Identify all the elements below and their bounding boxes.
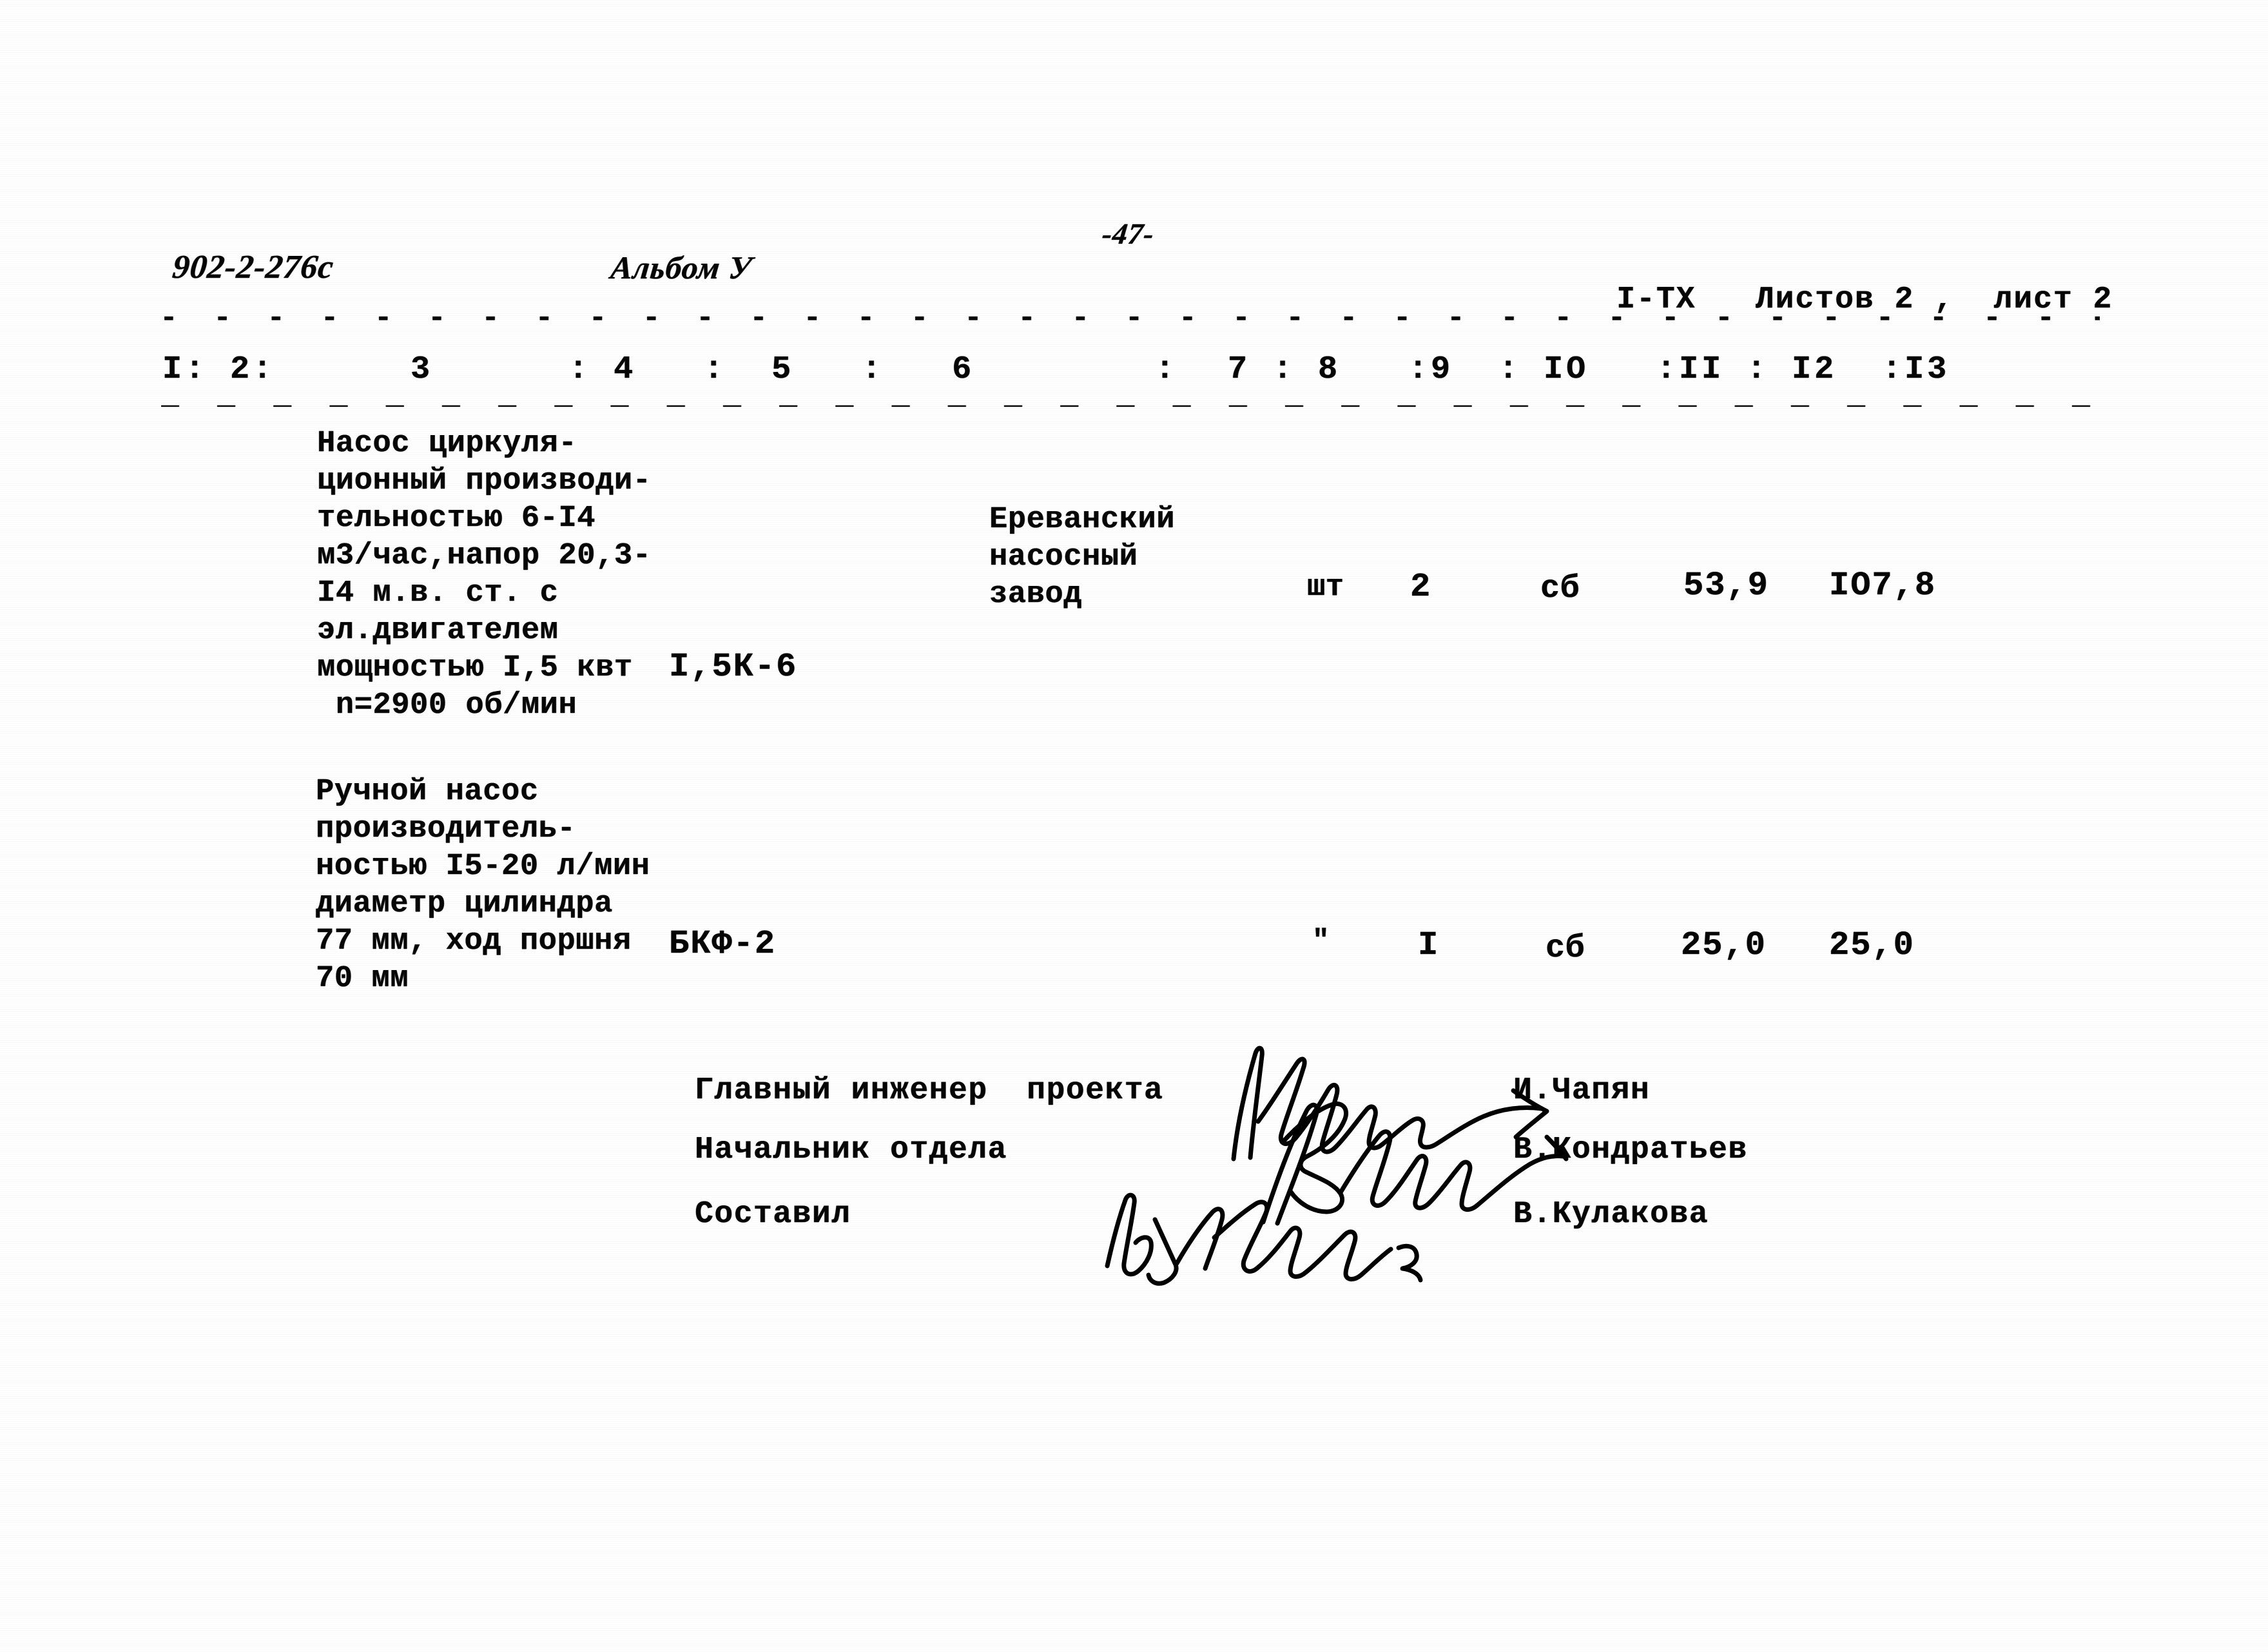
row-2-manufacturer-ditto: " (1312, 925, 1330, 957)
row-1-quantity: 2 (1410, 568, 1431, 606)
signature-role-chief-engineer: Главный инженер проекта (695, 1073, 1164, 1108)
row-1-description: Насос циркуля- ционный производи- тельно… (317, 427, 652, 723)
document-page: 902-2-276с Альбом У -47- I-ТХ Листов 2 ,… (0, 0, 2268, 1652)
row-1-total-price: IO7,8 (1829, 567, 1937, 605)
signature-role-head-of-department: Начальник отдела (695, 1132, 1007, 1167)
row-1-manufacturer: Ереванский насосный завод (989, 503, 1176, 612)
page-number: -47- (1100, 217, 1156, 250)
row-2-quantity: I (1418, 926, 1439, 964)
column-numbers-separator-dashes: _ _ _ _ _ _ _ _ _ _ _ _ _ _ _ _ _ _ _ _ … (161, 379, 2100, 413)
document-code: 902-2-276с (171, 249, 336, 286)
row-2-unit-price: 25,0 (1681, 926, 1767, 964)
signature-role-compiled-by: Составил (695, 1197, 851, 1232)
row-2-description: Ручной насос производитель- ностью I5-20… (316, 775, 650, 996)
row-2-assembly: сб (1546, 930, 1585, 967)
handwritten-signature-chief-engineer (1231, 1045, 1549, 1161)
signature-name-compiled-by: В.Кулакова (1513, 1197, 1709, 1232)
handwritten-signature-compiled-by (1105, 1192, 1423, 1286)
row-2-total-price: 25,0 (1829, 926, 1915, 964)
signature-name-chief-engineer: И.Чапян (1513, 1073, 1651, 1108)
row-1-unit: шт (1307, 570, 1344, 605)
row-1-assembly: сб (1540, 570, 1580, 607)
row-1-model: I,5К-6 (669, 648, 798, 686)
signature-name-head-of-department: В.Кондратьев (1513, 1132, 1748, 1167)
album-label: Альбом У (609, 249, 754, 286)
row-1-unit-price: 53,9 (1683, 567, 1769, 605)
header-separator-dashes: - - - - - - - - - - - - - - - - - - - - … (160, 302, 2100, 335)
row-2-model: БКФ-2 (669, 925, 777, 963)
